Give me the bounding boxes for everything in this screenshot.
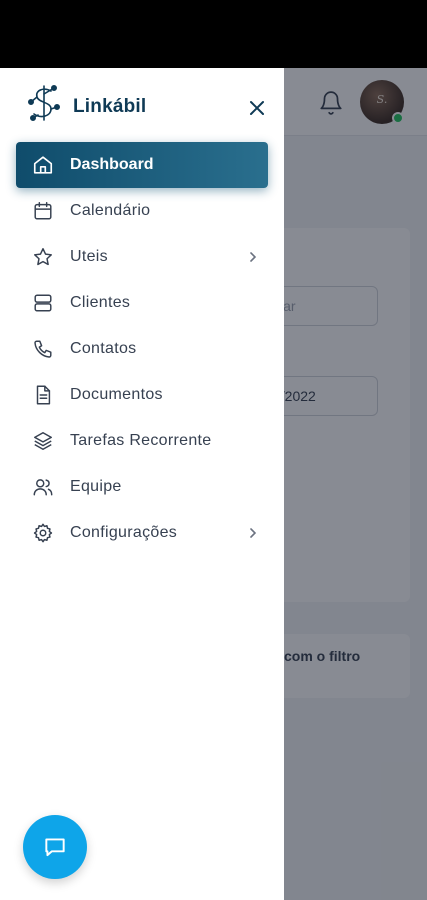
brand-name: Linkábil bbox=[73, 96, 147, 117]
sidebar-item-label: Contatos bbox=[70, 340, 137, 357]
chat-icon bbox=[45, 838, 65, 857]
phone-icon bbox=[34, 340, 52, 358]
sidebar-item-contatos[interactable]: Contatos bbox=[16, 326, 268, 372]
calendar-icon bbox=[34, 202, 52, 220]
chat-fab-button[interactable] bbox=[23, 815, 87, 879]
sidebar-item-label: Uteis bbox=[70, 248, 108, 265]
sidebar-item-label: Tarefas Recorrente bbox=[70, 432, 212, 449]
status-bar bbox=[0, 0, 427, 68]
document-icon bbox=[36, 385, 51, 405]
gear-icon bbox=[33, 523, 53, 543]
users-icon bbox=[33, 479, 53, 496]
star-icon bbox=[34, 248, 52, 266]
sidebar-item-clientes[interactable]: Clientes bbox=[16, 280, 268, 326]
sidebar-item-label: Documentos bbox=[70, 386, 163, 403]
chevron-right-icon bbox=[250, 528, 257, 538]
sidebar-item-label: Equipe bbox=[70, 478, 122, 495]
sidebar-item-label: Calendário bbox=[70, 202, 151, 219]
sidebar-item-label: Dashboard bbox=[70, 156, 154, 173]
sidebar-item-tarefas-recorrente[interactable]: Tarefas Recorrente bbox=[16, 418, 268, 464]
close-icon[interactable] bbox=[245, 96, 269, 120]
side-drawer: Linkábil Dashboard Calendário Uteis Clie… bbox=[0, 68, 284, 900]
chevron-right-icon bbox=[250, 252, 257, 262]
sidebar-item-calendario[interactable]: Calendário bbox=[16, 188, 268, 234]
sidebar-nav: Dashboard Calendário Uteis Clientes Cont… bbox=[16, 142, 268, 556]
sidebar-item-dashboard[interactable]: Dashboard bbox=[16, 142, 268, 188]
sidebar-item-uteis[interactable]: Uteis bbox=[16, 234, 268, 280]
sidebar-item-label: Configurações bbox=[70, 524, 178, 541]
sidebar-item-label: Clientes bbox=[70, 294, 131, 311]
sidebar-item-equipe[interactable]: Equipe bbox=[16, 464, 268, 510]
server-icon bbox=[34, 294, 52, 312]
layers-icon bbox=[34, 432, 52, 450]
home-icon bbox=[33, 156, 53, 174]
sidebar-item-configuracoes[interactable]: Configurações bbox=[16, 510, 268, 556]
sidebar-item-documentos[interactable]: Documentos bbox=[16, 372, 268, 418]
linkabil-logo-icon bbox=[28, 84, 60, 121]
